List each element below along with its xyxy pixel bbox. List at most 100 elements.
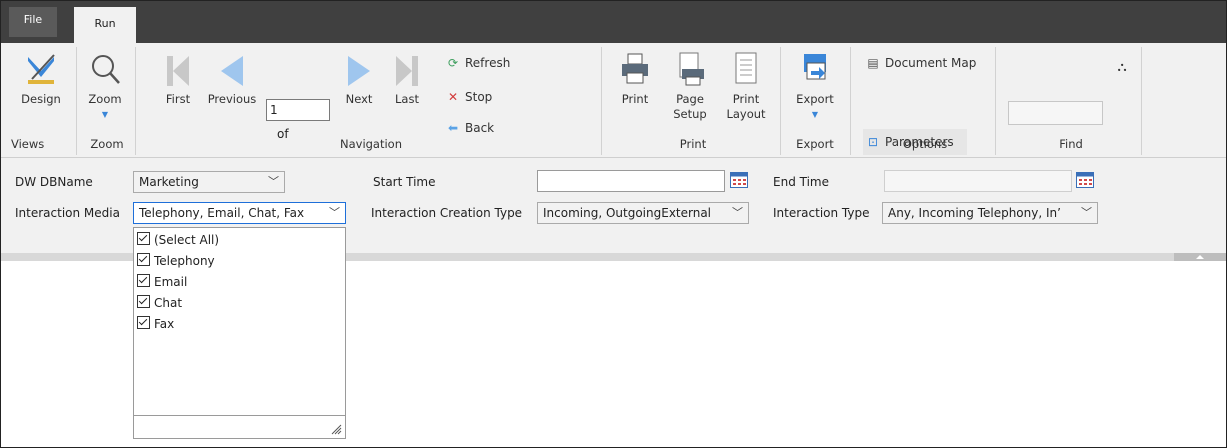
export-group-label: Export xyxy=(796,137,834,151)
list-item[interactable]: Fax xyxy=(137,314,174,335)
first-label: First xyxy=(165,92,191,106)
printer-icon xyxy=(622,53,648,84)
zoom-label: Zoom xyxy=(88,92,122,106)
views-group-label: Views xyxy=(11,137,45,151)
end-time-label: End Time xyxy=(773,175,829,189)
refresh-icon: ⟳ xyxy=(447,56,459,70)
interaction-creation-type-value: Incoming, OutgoingExternal xyxy=(543,206,712,220)
find-separator xyxy=(1141,47,1142,155)
list-item[interactable]: Email xyxy=(137,272,187,293)
find-group-label: Find xyxy=(1059,137,1083,151)
find-binoculars-icon[interactable]: ⛬ xyxy=(1112,60,1132,75)
find-input[interactable] xyxy=(1008,101,1103,125)
design-icon xyxy=(28,54,55,84)
resize-grip-icon[interactable] xyxy=(330,423,342,435)
navigation-separator xyxy=(601,47,602,155)
design-button[interactable]: Design xyxy=(15,49,67,107)
print-layout-icon xyxy=(735,52,757,84)
print-separator xyxy=(780,47,781,155)
list-item[interactable]: Telephony xyxy=(137,251,215,272)
list-item-label: Fax xyxy=(154,317,175,331)
next-page-icon xyxy=(348,56,370,86)
chevron-down-icon: ▼ xyxy=(811,110,819,119)
last-page-icon xyxy=(396,56,418,86)
chevron-down-icon: ▼ xyxy=(101,110,109,119)
interaction-type-select[interactable]: Any, Incoming Telephony, In’ ﹀ xyxy=(882,202,1098,224)
ribbon: Design Views Zoom ▼ Zoom First Previous … xyxy=(1,43,1226,158)
start-time-label: Start Time xyxy=(373,175,436,189)
page-number-input[interactable]: 1 xyxy=(266,99,330,121)
previous-page-button[interactable]: Previous xyxy=(205,53,259,107)
interaction-creation-type-select[interactable]: Incoming, OutgoingExternal ﹀ xyxy=(537,202,749,224)
export-button[interactable]: Export ▼ xyxy=(789,51,841,122)
next-page-button[interactable]: Next xyxy=(339,53,379,107)
checkbox-checked-icon[interactable] xyxy=(137,316,150,329)
last-label: Last xyxy=(395,92,419,106)
interaction-media-label: Interaction Media xyxy=(15,206,120,220)
dw-dbname-select[interactable]: Marketing ﹀ xyxy=(133,171,285,193)
tab-strip: File Run xyxy=(1,1,1226,43)
document-map-label: Document Map xyxy=(885,56,977,70)
print-layout-button[interactable]: Print Layout xyxy=(721,51,771,122)
page-setup-label-1: Page xyxy=(676,92,704,106)
list-item-label: (Select All) xyxy=(154,233,220,247)
chevron-down-icon: ﹀ xyxy=(732,206,743,219)
dw-dbname-value: Marketing xyxy=(139,175,199,189)
document-map-icon: ▤ xyxy=(867,56,879,70)
page-setup-icon xyxy=(679,52,704,86)
interaction-media-dropdown: (Select All) Telephony Email Chat Fax xyxy=(133,227,346,439)
first-page-button[interactable]: First xyxy=(158,53,198,107)
start-time-input[interactable] xyxy=(537,170,725,192)
checkbox-checked-icon[interactable] xyxy=(137,253,150,266)
interaction-type-label: Interaction Type xyxy=(773,206,870,220)
chevron-down-icon: ﹀ xyxy=(329,206,340,219)
zoom-separator xyxy=(135,47,136,155)
tab-run[interactable]: Run xyxy=(74,7,136,43)
first-page-icon xyxy=(167,56,189,86)
checkbox-checked-icon[interactable] xyxy=(137,295,150,308)
print-group-label: Print xyxy=(679,137,707,151)
calendar-icon[interactable] xyxy=(1076,172,1094,188)
options-separator xyxy=(995,47,996,155)
interaction-media-value: Telephony, Email, Chat, Fax xyxy=(139,206,305,220)
document-map-button[interactable]: ▤ Document Map xyxy=(865,53,976,73)
last-page-button[interactable]: Last xyxy=(387,53,427,107)
checkbox-checked-icon[interactable] xyxy=(137,274,150,287)
print-layout-label-2: Layout xyxy=(726,107,766,121)
list-item-label: Telephony xyxy=(154,254,215,268)
dw-dbname-label: DW DBName xyxy=(15,175,93,189)
back-label: Back xyxy=(465,121,495,135)
stop-label: Stop xyxy=(465,90,493,104)
export-label: Export xyxy=(796,92,834,106)
export-separator xyxy=(850,47,851,155)
checkbox-checked-icon[interactable] xyxy=(137,232,150,245)
list-item[interactable]: (Select All) xyxy=(137,230,219,251)
magnifier-icon xyxy=(92,55,120,84)
page-setup-button[interactable]: Page Setup xyxy=(665,51,715,122)
views-separator xyxy=(76,47,77,155)
collapse-parameters-button[interactable] xyxy=(1174,253,1226,261)
design-label: Design xyxy=(21,92,61,106)
navigation-group-label: Navigation xyxy=(339,137,403,151)
tab-file[interactable]: File xyxy=(9,7,57,37)
back-button[interactable]: ⬅ Back xyxy=(445,118,494,138)
previous-label: Previous xyxy=(207,92,257,106)
stop-icon: ✕ xyxy=(447,90,459,104)
interaction-media-select[interactable]: Telephony, Email, Chat, Fax ﹀ xyxy=(133,202,346,224)
report-viewer-window: File Run Design Views Zoom ▼ Zoom First … xyxy=(0,0,1227,448)
print-layout-label-1: Print xyxy=(732,92,760,106)
back-arrow-icon: ⬅ xyxy=(447,121,459,135)
parameters-icon: ⊡ xyxy=(867,135,879,149)
print-label: Print xyxy=(621,92,649,106)
end-time-input[interactable] xyxy=(884,170,1072,192)
stop-button[interactable]: ✕ Stop xyxy=(445,87,492,107)
interaction-type-value: Any, Incoming Telephony, In’ xyxy=(888,206,1061,220)
export-icon xyxy=(804,54,826,80)
print-button[interactable]: Print xyxy=(613,51,657,107)
list-item[interactable]: Chat xyxy=(137,293,182,314)
chevron-down-icon: ﹀ xyxy=(1081,206,1092,219)
page-of-label: of xyxy=(277,127,289,141)
calendar-icon[interactable] xyxy=(730,172,748,188)
refresh-button[interactable]: ⟳ Refresh xyxy=(445,53,510,73)
zoom-button[interactable]: Zoom ▼ xyxy=(83,49,127,122)
